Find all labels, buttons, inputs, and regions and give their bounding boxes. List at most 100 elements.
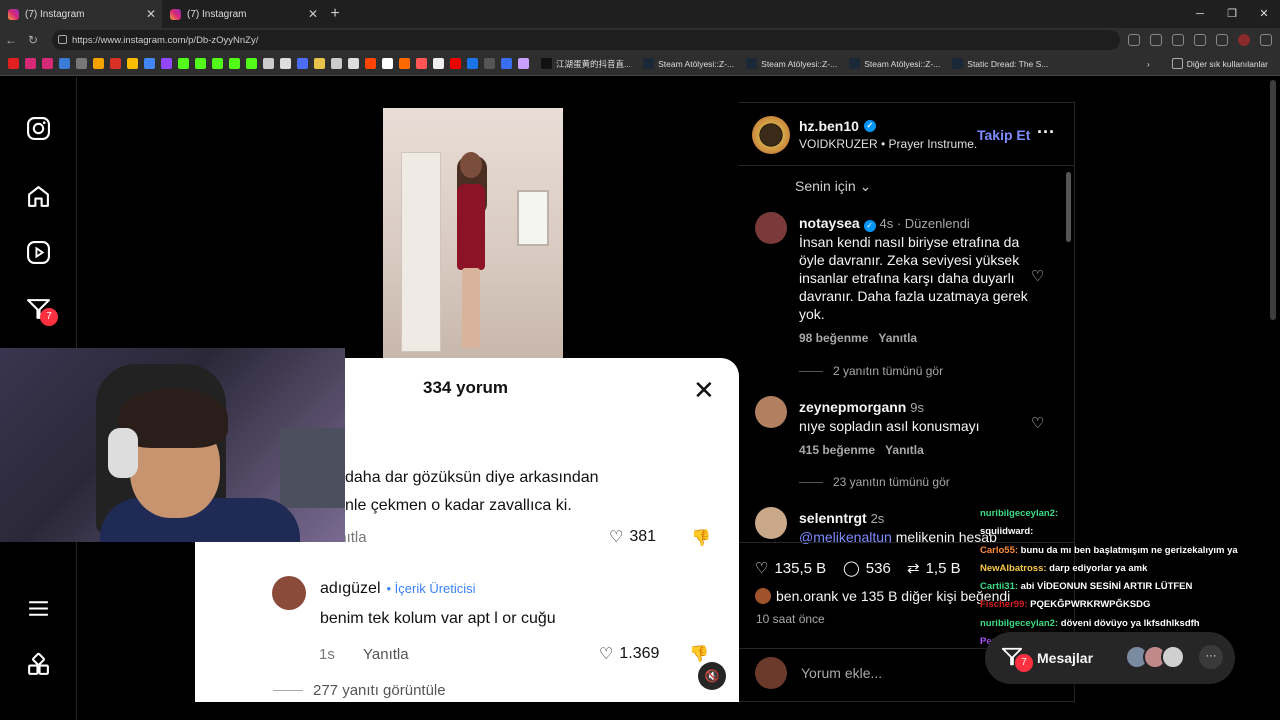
globe-bookmark-icon[interactable] <box>76 58 87 69</box>
reply-button[interactable]: Yanıtla <box>363 646 409 663</box>
profile-avatar[interactable] <box>1238 34 1250 46</box>
comment-sort-dropdown[interactable]: Senin için ⌄ <box>795 178 871 195</box>
view-replies-link[interactable]: 2 yanıtın tümünü gör <box>799 364 943 378</box>
kick-bookmark-icon[interactable] <box>178 58 189 69</box>
app-bookmark-icon[interactable] <box>331 58 342 69</box>
app-bookmark-icon[interactable] <box>484 58 495 69</box>
app-bookmark-icon[interactable] <box>348 58 359 69</box>
avatar[interactable] <box>755 507 787 539</box>
x-bookmark-icon[interactable] <box>280 58 291 69</box>
app-bookmark-icon[interactable] <box>416 58 427 69</box>
app-bookmark-icon[interactable] <box>314 58 325 69</box>
bookmark-item[interactable]: 江湖蛋黄的抖音直... <box>541 58 631 70</box>
kick-bookmark-icon[interactable] <box>246 58 257 69</box>
menu-icon[interactable] <box>26 596 51 621</box>
view-replies-link[interactable]: 23 yanıtın tümünü gör <box>799 475 950 489</box>
close-tab-icon[interactable]: ✕ <box>146 7 156 21</box>
bookmarks-overflow-icon[interactable]: › <box>1147 59 1150 69</box>
kick-bookmark-icon[interactable] <box>195 58 206 69</box>
site-info-icon[interactable] <box>58 35 67 44</box>
more-icon[interactable]: ··· <box>1199 645 1223 669</box>
comment-like-count[interactable]: ♡ 1.369 <box>599 644 659 664</box>
apps-icon[interactable] <box>26 652 51 677</box>
extensions-puzzle-icon[interactable] <box>1216 34 1228 46</box>
bookmark-item[interactable]: Static Dread: The S... <box>952 58 1048 69</box>
zoom-icon[interactable] <box>1150 34 1162 46</box>
youtube-bookmark-icon[interactable] <box>8 58 19 69</box>
app-bookmark-icon[interactable] <box>501 58 512 69</box>
video-frame[interactable] <box>383 108 563 358</box>
home-icon[interactable] <box>26 184 51 209</box>
like-button[interactable]: ♡ 135,5 B <box>755 559 826 578</box>
comment-button[interactable]: ◯ 536 <box>843 559 891 578</box>
apps-icon[interactable] <box>1128 34 1140 46</box>
app-bookmark-icon[interactable] <box>399 58 410 69</box>
docs-bookmark-icon[interactable] <box>144 58 155 69</box>
close-window-icon[interactable]: ✕ <box>1248 0 1280 28</box>
avatar[interactable] <box>755 396 787 428</box>
author-avatar[interactable] <box>752 116 790 154</box>
app-bookmark-icon[interactable] <box>297 58 308 69</box>
maximize-icon[interactable]: ❐ <box>1216 0 1248 28</box>
comments-scrollbar[interactable] <box>1066 172 1071 242</box>
instagram-logo-icon[interactable] <box>26 116 51 141</box>
reply-button[interactable]: Yanıtla <box>885 443 924 457</box>
anchor-bookmark-icon[interactable] <box>263 58 274 69</box>
comment-username[interactable]: adıgüzel • İçerik Üreticisi <box>320 580 476 598</box>
minimize-icon[interactable]: ─ <box>1184 0 1216 28</box>
follow-button[interactable]: Takip Et <box>977 127 1030 143</box>
app-bookmark-icon[interactable] <box>433 58 444 69</box>
close-icon[interactable]: ✕ <box>693 375 715 406</box>
browser-menu-icon[interactable] <box>1260 34 1272 46</box>
author-username[interactable]: hz.ben10 ✓ <box>799 118 876 134</box>
liked-by[interactable]: ben.orank ve 135 B diğer kişi beğendi <box>755 588 1010 604</box>
app-bookmark-icon[interactable] <box>450 58 461 69</box>
kick-bookmark-icon[interactable] <box>212 58 223 69</box>
browser-tab[interactable]: (7) Instagram ✕ <box>0 0 162 28</box>
messages-button[interactable]: 7 Mesajlar ··· <box>985 632 1235 684</box>
favorite-star-icon[interactable] <box>1172 34 1184 46</box>
windows-bookmark-icon[interactable] <box>93 58 104 69</box>
reply-button[interactable]: Yanıtla <box>878 331 917 345</box>
comment-username[interactable]: selenntrgt <box>799 510 867 526</box>
instagram-bookmark-icon[interactable] <box>42 58 53 69</box>
url-field[interactable]: https://www.instagram.com/p/Db-zOyyNnZy/ <box>52 30 1120 50</box>
browser-tab[interactable]: (7) Instagram ✕ <box>162 0 324 28</box>
repost-button[interactable]: ⇄ 1,5 B <box>907 559 961 578</box>
more-options-icon[interactable]: ··· <box>1037 122 1055 143</box>
view-replies-link[interactable]: 277 yanıtı görüntüle <box>273 682 446 699</box>
like-comment-icon[interactable]: ♡ <box>1031 267 1044 285</box>
app-bookmark-icon[interactable] <box>467 58 478 69</box>
bookmark-item[interactable]: Steam Atölyesi::Z-... <box>643 58 734 69</box>
other-bookmarks-folder[interactable]: Diğer sık kullanılanlar <box>1171 58 1268 69</box>
comment-likes[interactable]: 415 beğenme <box>799 443 875 457</box>
new-tab-button[interactable]: + <box>324 5 346 23</box>
bookmark-item[interactable]: Steam Atölyesi::Z-... <box>849 58 940 69</box>
reddit-bookmark-icon[interactable] <box>365 58 376 69</box>
instagram-bookmark-icon[interactable] <box>25 58 36 69</box>
app-bookmark-icon[interactable] <box>518 58 529 69</box>
twitch-bookmark-icon[interactable] <box>161 58 172 69</box>
mute-icon[interactable]: 🔇 <box>698 662 726 690</box>
folder-bookmark-icon[interactable] <box>59 58 70 69</box>
drive-bookmark-icon[interactable] <box>127 58 138 69</box>
gmail-bookmark-icon[interactable] <box>110 58 121 69</box>
dislike-icon[interactable]: 👎 <box>689 644 709 664</box>
add-comment-input[interactable]: Yorum ekle... <box>801 665 882 681</box>
app-bookmark-icon[interactable] <box>382 58 393 69</box>
comment-username[interactable]: zeynepmorgann <box>799 399 906 415</box>
refresh-icon[interactable]: ↻ <box>22 33 44 47</box>
comment-username[interactable]: notaysea <box>799 215 860 231</box>
audio-subtitle[interactable]: VOIDKRUZER • Prayer Instrume... <box>799 137 977 151</box>
close-tab-icon[interactable]: ✕ <box>308 7 318 21</box>
kick-bookmark-icon[interactable] <box>229 58 240 69</box>
comment-likes[interactable]: 98 beğenme <box>799 331 868 345</box>
page-scrollbar[interactable] <box>1270 80 1276 320</box>
comment-like-count[interactable]: ♡ 381 <box>609 527 656 547</box>
avatar[interactable] <box>272 576 306 610</box>
dislike-icon[interactable]: 👎 <box>691 528 711 548</box>
avatar[interactable] <box>755 212 787 244</box>
extension-icon[interactable] <box>1194 34 1206 46</box>
like-comment-icon[interactable]: ♡ <box>1031 414 1044 432</box>
back-icon[interactable]: ← <box>0 33 22 47</box>
